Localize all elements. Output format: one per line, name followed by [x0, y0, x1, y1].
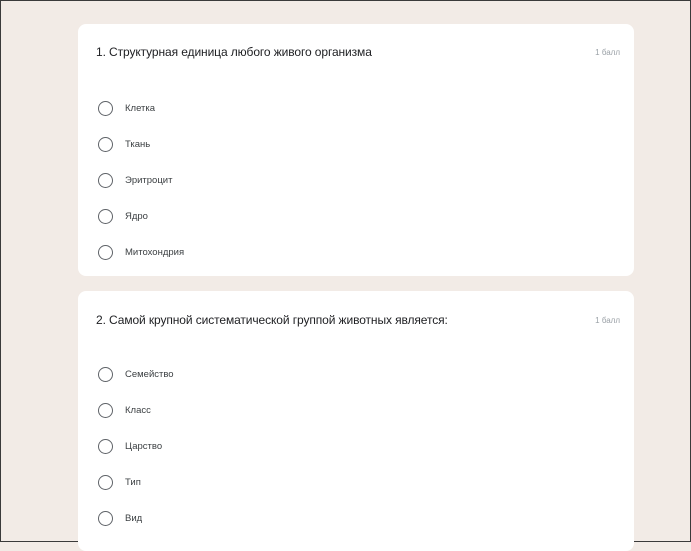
option-label: Митохондрия — [125, 246, 185, 258]
answer-option-klass[interactable]: Класс — [98, 392, 174, 428]
radio-button[interactable] — [98, 208, 113, 224]
radio-button[interactable] — [98, 366, 113, 382]
option-label: Семейство — [125, 368, 174, 380]
radio-button[interactable] — [98, 438, 113, 454]
answer-option-semeistvo[interactable]: Семейство — [98, 356, 174, 392]
option-label: Класс — [125, 404, 151, 416]
radio-button[interactable] — [98, 510, 113, 526]
answer-option-tip[interactable]: Тип — [98, 464, 174, 500]
option-label: Вид — [125, 512, 143, 524]
question-card-1: 1. Структурная единица любого живого орг… — [78, 24, 634, 276]
question-points: 1 балл — [595, 47, 620, 57]
answer-options: Клетка Ткань Эритроцит Ядро Митохондрия — [98, 90, 184, 270]
question-title: 2. Самой крупной систематической группой… — [96, 313, 448, 327]
option-label: Тип — [125, 476, 141, 488]
option-label: Ядро — [125, 210, 148, 222]
answer-options: Семейство Класс Царство Тип Вид — [98, 356, 174, 536]
radio-button[interactable] — [98, 100, 113, 116]
option-label: Ткань — [125, 138, 151, 150]
question-header: 1. Структурная единица любого живого орг… — [96, 45, 620, 59]
answer-option-tkan[interactable]: Ткань — [98, 126, 184, 162]
option-label: Клетка — [125, 102, 156, 114]
answer-option-mitohondriya[interactable]: Митохондрия — [98, 234, 184, 270]
option-label: Царство — [125, 440, 163, 452]
question-points: 1 балл — [595, 315, 620, 325]
radio-button[interactable] — [98, 402, 113, 418]
answer-option-vid[interactable]: Вид — [98, 500, 174, 536]
answer-option-kletka[interactable]: Клетка — [98, 90, 184, 126]
question-title: 1. Структурная единица любого живого орг… — [96, 45, 372, 59]
option-label: Эритроцит — [125, 174, 173, 186]
radio-button[interactable] — [98, 172, 113, 188]
radio-button[interactable] — [98, 136, 113, 152]
question-card-2: 2. Самой крупной систематической группой… — [78, 291, 634, 551]
answer-option-yadro[interactable]: Ядро — [98, 198, 184, 234]
answer-option-carstvo[interactable]: Царство — [98, 428, 174, 464]
radio-button[interactable] — [98, 244, 113, 260]
radio-button[interactable] — [98, 474, 113, 490]
answer-option-eritrocit[interactable]: Эритроцит — [98, 162, 184, 198]
question-header: 2. Самой крупной систематической группой… — [96, 313, 620, 327]
